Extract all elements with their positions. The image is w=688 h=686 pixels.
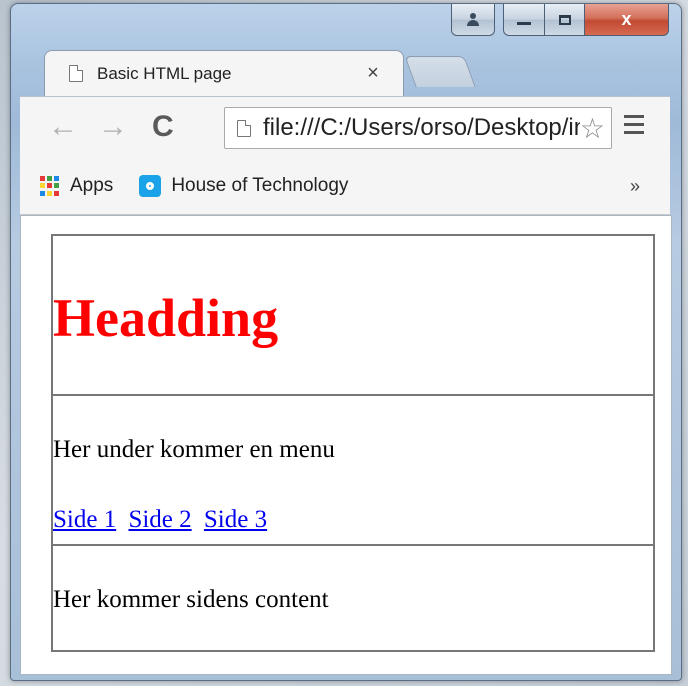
new-tab-button[interactable] [404, 56, 476, 87]
user-profile-button[interactable] [451, 4, 495, 36]
page-icon [237, 119, 251, 137]
content-text: Her kommer sidens content [53, 586, 329, 613]
forward-arrow-icon[interactable]: → [98, 111, 128, 143]
menu-intro-text: Her under kommer en menu [53, 436, 335, 463]
link-side-2[interactable]: Side 2 [128, 506, 191, 533]
house-of-technology-icon [139, 175, 162, 197]
maximize-button[interactable] [545, 4, 585, 36]
link-side-3[interactable]: Side 3 [204, 506, 267, 533]
close-window-button[interactable]: x [585, 4, 669, 36]
link-side-1[interactable]: Side 1 [53, 506, 116, 533]
window-controls: x [451, 4, 669, 38]
bookmarks-overflow-icon[interactable]: » [630, 176, 640, 197]
page-menu-section: Her under kommer en menu Side 1 Side 2 S… [51, 396, 655, 546]
user-icon [465, 12, 481, 27]
bookmark-house-of-technology[interactable]: House of Technology [171, 175, 348, 197]
bookmarks-bar: Apps House of Technology » [20, 158, 670, 215]
minimize-button[interactable] [503, 4, 545, 36]
reload-icon[interactable]: C [152, 111, 174, 143]
apps-grid-icon[interactable] [40, 176, 60, 196]
tab-title: Basic HTML page [97, 63, 232, 83]
apps-bookmark[interactable]: Apps [70, 175, 113, 197]
page-content-section: Her kommer sidens content [51, 546, 655, 652]
bookmark-star-icon[interactable]: ☆ [580, 112, 605, 145]
menu-links: Side 1 Side 2 Side 3 [53, 506, 273, 534]
minimize-icon [517, 22, 531, 25]
maximize-icon [558, 14, 571, 25]
page-viewport: Headding Her under kommer en menu Side 1… [20, 215, 672, 675]
close-icon: x [621, 9, 632, 29]
url-text[interactable]: file:///C:/Users/orso/Desktop/index.html [263, 114, 580, 142]
page-heading: Headding [53, 288, 279, 348]
page-header-section: Headding [51, 234, 655, 396]
address-bar[interactable]: file:///C:/Users/orso/Desktop/index.html… [224, 107, 612, 149]
page-body: Headding Her under kommer en menu Side 1… [51, 234, 655, 652]
tab-basic-html-page[interactable]: Basic HTML page × [44, 50, 404, 96]
page-icon [69, 65, 83, 82]
tab-close-icon[interactable]: × [361, 62, 385, 85]
back-arrow-icon[interactable]: ← [48, 111, 78, 143]
hamburger-menu-icon[interactable] [624, 115, 644, 139]
navigation-toolbar: ← → C file:///C:/Users/orso/Desktop/inde… [20, 96, 670, 159]
